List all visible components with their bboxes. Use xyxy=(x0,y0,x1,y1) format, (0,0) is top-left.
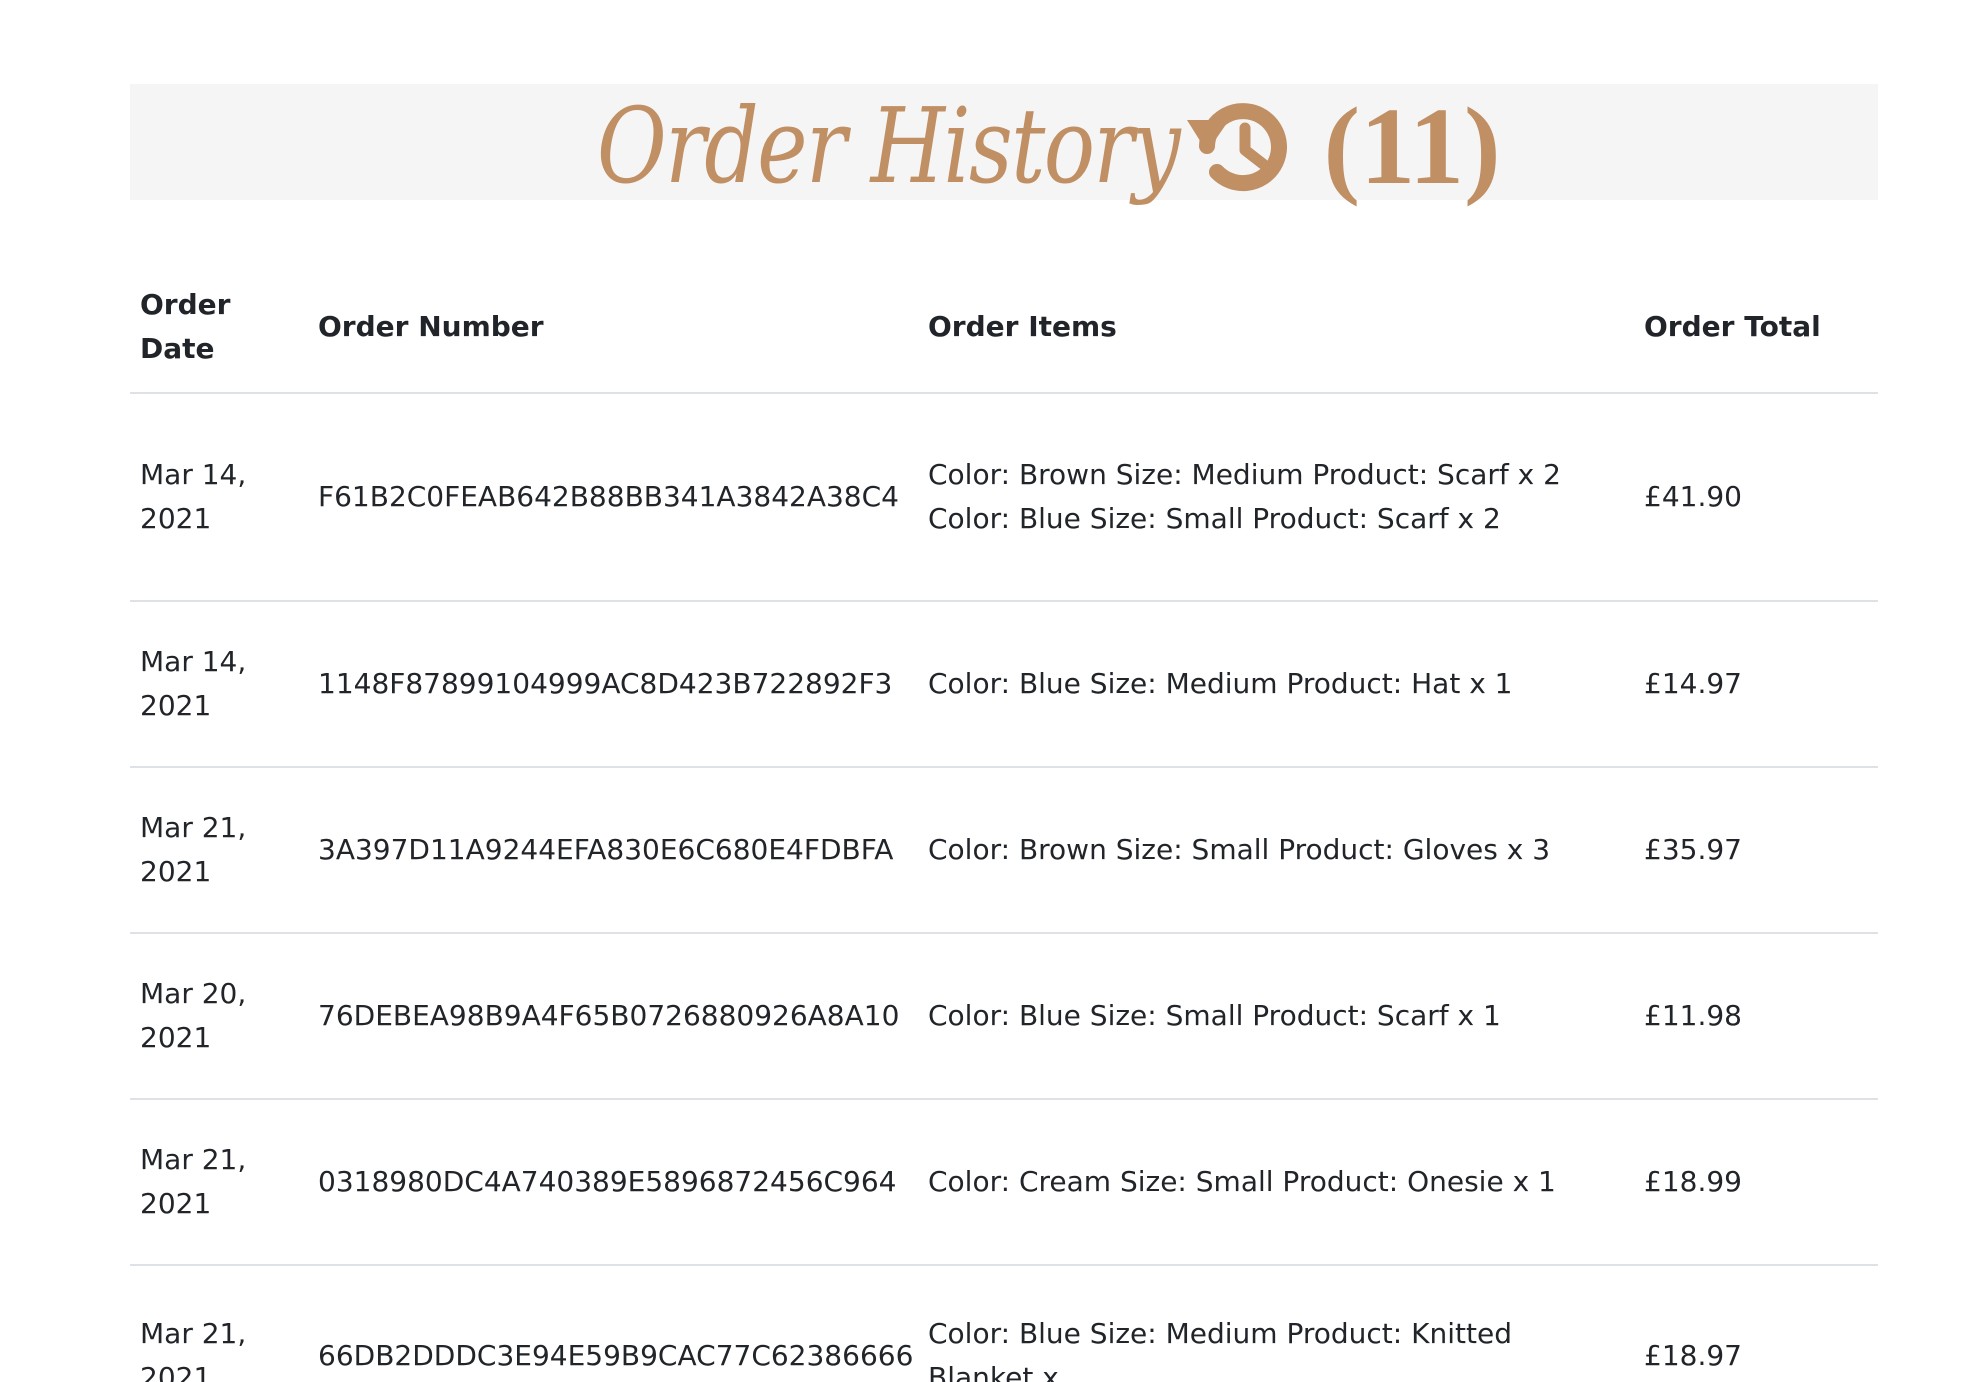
history-icon xyxy=(1185,90,1297,202)
order-date: Mar 20, 2021 xyxy=(130,933,308,1100)
order-number: 0318980DC4A740389E5896872456C964 xyxy=(308,1099,918,1266)
order-date: Mar 14, 2021 xyxy=(130,601,308,768)
order-item: Color: Brown Size: Small Product: Gloves… xyxy=(928,833,1551,866)
order-item: Color: Blue Size: Medium Product: Knitte… xyxy=(928,1317,1512,1382)
column-header-order-number: Order Number xyxy=(308,262,918,394)
table-row: Mar 14, 2021 1148F87899104999AC8D423B722… xyxy=(130,601,1878,768)
order-total: £41.90 xyxy=(1634,393,1878,602)
order-total: £18.97 xyxy=(1634,1265,1878,1382)
order-date: Mar 14, 2021 xyxy=(130,393,308,602)
order-item: Color: Blue Size: Small Product: Scarf x… xyxy=(928,502,1501,535)
order-item: Color: Blue Size: Small Product: Scarf x… xyxy=(928,999,1501,1032)
order-number: F61B2C0FEAB642B88BB341A3842A38C4 xyxy=(308,393,918,602)
order-item: Color: Brown Size: Medium Product: Scarf… xyxy=(928,458,1561,491)
order-date: Mar 21, 2021 xyxy=(130,767,308,934)
table-row: Mar 21, 2021 0318980DC4A740389E589687245… xyxy=(130,1099,1878,1266)
order-items: Color: Blue Size: Medium Product: Hat x … xyxy=(918,601,1634,768)
order-date: Mar 21, 2021 xyxy=(130,1265,308,1382)
order-history-table: Order Date Order Number Order Items Orde… xyxy=(130,262,1878,1382)
order-item: Color: Blue Size: Medium Product: Hat x … xyxy=(928,667,1513,700)
table-header: Order Date Order Number Order Items Orde… xyxy=(130,262,1878,394)
column-header-order-total: Order Total xyxy=(1634,262,1878,394)
order-items: Color: Brown Size: Medium Product: Scarf… xyxy=(918,393,1634,602)
order-total: £18.99 xyxy=(1634,1099,1878,1266)
order-item: Color: Cream Size: Small Product: Onesie… xyxy=(928,1165,1556,1198)
table-row: Mar 21, 2021 3A397D11A9244EFA830E6C680E4… xyxy=(130,767,1878,934)
column-header-order-date: Order Date xyxy=(130,262,308,394)
column-header-order-items: Order Items xyxy=(918,262,1634,394)
order-date: Mar 21, 2021 xyxy=(130,1099,308,1266)
order-number: 66DB2DDDC3E94E59B9CAC77C62386666 xyxy=(308,1265,918,1382)
order-count: (11) xyxy=(1323,85,1501,207)
table-row: Mar 14, 2021 F61B2C0FEAB642B88BB341A3842… xyxy=(130,393,1878,602)
order-total: £14.97 xyxy=(1634,601,1878,768)
order-history-page: Order History (11) Order Date Order Numb… xyxy=(0,0,1970,1382)
order-number: 1148F87899104999AC8D423B722892F3 xyxy=(308,601,918,768)
table-row: Mar 21, 2021 66DB2DDDC3E94E59B9CAC77C623… xyxy=(130,1265,1878,1382)
order-total: £35.97 xyxy=(1634,767,1878,934)
order-items: Color: Brown Size: Small Product: Gloves… xyxy=(918,767,1634,934)
order-items: Color: Blue Size: Medium Product: Knitte… xyxy=(918,1265,1634,1382)
table-body: Mar 14, 2021 F61B2C0FEAB642B88BB341A3842… xyxy=(130,393,1878,1382)
page-title: Order History xyxy=(597,85,1181,207)
order-items: Color: Blue Size: Small Product: Scarf x… xyxy=(918,933,1634,1100)
order-items: Color: Cream Size: Small Product: Onesie… xyxy=(918,1099,1634,1266)
table-header-row: Order Date Order Number Order Items Orde… xyxy=(130,262,1878,394)
table-row: Mar 20, 2021 76DEBEA98B9A4F65B0726880926… xyxy=(130,933,1878,1100)
order-number: 3A397D11A9244EFA830E6C680E4FDBFA xyxy=(308,767,918,934)
order-number: 76DEBEA98B9A4F65B0726880926A8A10 xyxy=(308,933,918,1100)
order-total: £11.98 xyxy=(1634,933,1878,1100)
page-header: Order History (11) xyxy=(0,56,1970,236)
